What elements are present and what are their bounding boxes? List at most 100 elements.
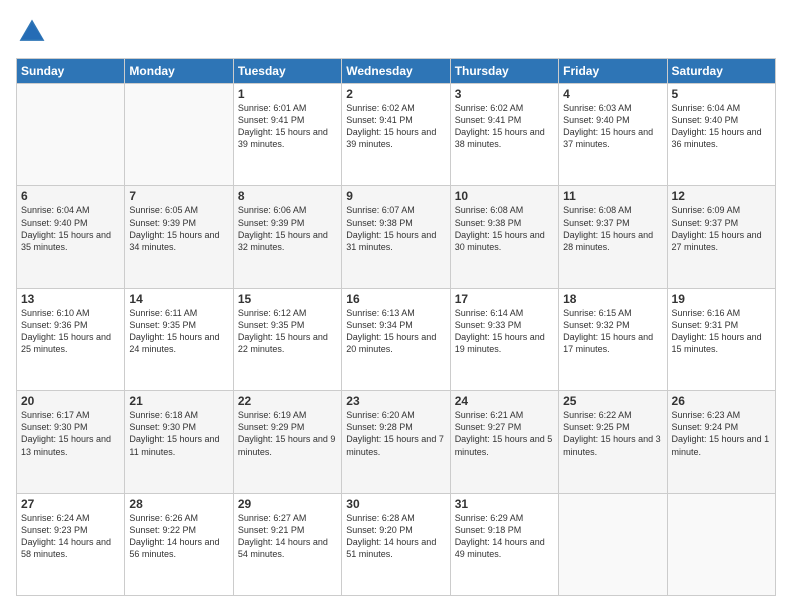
page: SundayMondayTuesdayWednesdayThursdayFrid… — [0, 0, 792, 612]
calendar-cell: 14Sunrise: 6:11 AM Sunset: 9:35 PM Dayli… — [125, 288, 233, 390]
day-number: 9 — [346, 189, 445, 203]
day-number: 15 — [238, 292, 337, 306]
day-number: 5 — [672, 87, 771, 101]
week-row: 13Sunrise: 6:10 AM Sunset: 9:36 PM Dayli… — [17, 288, 776, 390]
logo — [16, 16, 52, 48]
day-number: 10 — [455, 189, 554, 203]
day-info: Sunrise: 6:10 AM Sunset: 9:36 PM Dayligh… — [21, 307, 120, 356]
calendar-cell: 3Sunrise: 6:02 AM Sunset: 9:41 PM Daylig… — [450, 84, 558, 186]
week-row: 6Sunrise: 6:04 AM Sunset: 9:40 PM Daylig… — [17, 186, 776, 288]
day-number: 19 — [672, 292, 771, 306]
header — [16, 16, 776, 48]
day-number: 11 — [563, 189, 662, 203]
day-number: 1 — [238, 87, 337, 101]
header-day: Friday — [559, 59, 667, 84]
calendar-cell: 21Sunrise: 6:18 AM Sunset: 9:30 PM Dayli… — [125, 391, 233, 493]
calendar-cell: 25Sunrise: 6:22 AM Sunset: 9:25 PM Dayli… — [559, 391, 667, 493]
day-info: Sunrise: 6:03 AM Sunset: 9:40 PM Dayligh… — [563, 102, 662, 151]
day-number: 24 — [455, 394, 554, 408]
calendar-cell: 27Sunrise: 6:24 AM Sunset: 9:23 PM Dayli… — [17, 493, 125, 595]
day-info: Sunrise: 6:02 AM Sunset: 9:41 PM Dayligh… — [346, 102, 445, 151]
day-info: Sunrise: 6:02 AM Sunset: 9:41 PM Dayligh… — [455, 102, 554, 151]
calendar-cell: 28Sunrise: 6:26 AM Sunset: 9:22 PM Dayli… — [125, 493, 233, 595]
day-number: 2 — [346, 87, 445, 101]
day-number: 8 — [238, 189, 337, 203]
day-number: 17 — [455, 292, 554, 306]
day-info: Sunrise: 6:15 AM Sunset: 9:32 PM Dayligh… — [563, 307, 662, 356]
day-info: Sunrise: 6:26 AM Sunset: 9:22 PM Dayligh… — [129, 512, 228, 561]
day-number: 14 — [129, 292, 228, 306]
calendar-cell — [667, 493, 775, 595]
day-info: Sunrise: 6:08 AM Sunset: 9:38 PM Dayligh… — [455, 204, 554, 253]
day-info: Sunrise: 6:27 AM Sunset: 9:21 PM Dayligh… — [238, 512, 337, 561]
calendar-cell: 24Sunrise: 6:21 AM Sunset: 9:27 PM Dayli… — [450, 391, 558, 493]
calendar-cell: 11Sunrise: 6:08 AM Sunset: 9:37 PM Dayli… — [559, 186, 667, 288]
calendar-cell: 12Sunrise: 6:09 AM Sunset: 9:37 PM Dayli… — [667, 186, 775, 288]
calendar-cell: 13Sunrise: 6:10 AM Sunset: 9:36 PM Dayli… — [17, 288, 125, 390]
calendar-cell: 1Sunrise: 6:01 AM Sunset: 9:41 PM Daylig… — [233, 84, 341, 186]
day-number: 20 — [21, 394, 120, 408]
calendar-cell: 16Sunrise: 6:13 AM Sunset: 9:34 PM Dayli… — [342, 288, 450, 390]
day-info: Sunrise: 6:12 AM Sunset: 9:35 PM Dayligh… — [238, 307, 337, 356]
calendar-cell: 26Sunrise: 6:23 AM Sunset: 9:24 PM Dayli… — [667, 391, 775, 493]
day-info: Sunrise: 6:20 AM Sunset: 9:28 PM Dayligh… — [346, 409, 445, 458]
calendar-cell: 9Sunrise: 6:07 AM Sunset: 9:38 PM Daylig… — [342, 186, 450, 288]
day-number: 7 — [129, 189, 228, 203]
calendar-cell: 22Sunrise: 6:19 AM Sunset: 9:29 PM Dayli… — [233, 391, 341, 493]
calendar-cell: 20Sunrise: 6:17 AM Sunset: 9:30 PM Dayli… — [17, 391, 125, 493]
day-info: Sunrise: 6:05 AM Sunset: 9:39 PM Dayligh… — [129, 204, 228, 253]
header-day: Tuesday — [233, 59, 341, 84]
day-info: Sunrise: 6:19 AM Sunset: 9:29 PM Dayligh… — [238, 409, 337, 458]
calendar-cell: 18Sunrise: 6:15 AM Sunset: 9:32 PM Dayli… — [559, 288, 667, 390]
calendar-cell: 6Sunrise: 6:04 AM Sunset: 9:40 PM Daylig… — [17, 186, 125, 288]
day-info: Sunrise: 6:04 AM Sunset: 9:40 PM Dayligh… — [21, 204, 120, 253]
day-number: 4 — [563, 87, 662, 101]
calendar-cell — [17, 84, 125, 186]
header-row: SundayMondayTuesdayWednesdayThursdayFrid… — [17, 59, 776, 84]
calendar-cell: 7Sunrise: 6:05 AM Sunset: 9:39 PM Daylig… — [125, 186, 233, 288]
logo-icon — [16, 16, 48, 48]
calendar-cell: 4Sunrise: 6:03 AM Sunset: 9:40 PM Daylig… — [559, 84, 667, 186]
day-number: 16 — [346, 292, 445, 306]
calendar-cell: 15Sunrise: 6:12 AM Sunset: 9:35 PM Dayli… — [233, 288, 341, 390]
day-info: Sunrise: 6:17 AM Sunset: 9:30 PM Dayligh… — [21, 409, 120, 458]
day-number: 27 — [21, 497, 120, 511]
header-day: Thursday — [450, 59, 558, 84]
day-info: Sunrise: 6:24 AM Sunset: 9:23 PM Dayligh… — [21, 512, 120, 561]
day-number: 29 — [238, 497, 337, 511]
day-number: 12 — [672, 189, 771, 203]
day-number: 30 — [346, 497, 445, 511]
header-day: Monday — [125, 59, 233, 84]
day-info: Sunrise: 6:14 AM Sunset: 9:33 PM Dayligh… — [455, 307, 554, 356]
day-number: 26 — [672, 394, 771, 408]
calendar-cell: 31Sunrise: 6:29 AM Sunset: 9:18 PM Dayli… — [450, 493, 558, 595]
day-info: Sunrise: 6:22 AM Sunset: 9:25 PM Dayligh… — [563, 409, 662, 458]
day-number: 13 — [21, 292, 120, 306]
calendar-cell: 10Sunrise: 6:08 AM Sunset: 9:38 PM Dayli… — [450, 186, 558, 288]
day-number: 21 — [129, 394, 228, 408]
day-number: 18 — [563, 292, 662, 306]
day-info: Sunrise: 6:09 AM Sunset: 9:37 PM Dayligh… — [672, 204, 771, 253]
calendar-cell: 2Sunrise: 6:02 AM Sunset: 9:41 PM Daylig… — [342, 84, 450, 186]
week-row: 20Sunrise: 6:17 AM Sunset: 9:30 PM Dayli… — [17, 391, 776, 493]
day-number: 31 — [455, 497, 554, 511]
calendar-cell: 8Sunrise: 6:06 AM Sunset: 9:39 PM Daylig… — [233, 186, 341, 288]
calendar-cell: 29Sunrise: 6:27 AM Sunset: 9:21 PM Dayli… — [233, 493, 341, 595]
header-day: Sunday — [17, 59, 125, 84]
day-number: 6 — [21, 189, 120, 203]
day-number: 22 — [238, 394, 337, 408]
header-day: Wednesday — [342, 59, 450, 84]
day-info: Sunrise: 6:13 AM Sunset: 9:34 PM Dayligh… — [346, 307, 445, 356]
week-row: 1Sunrise: 6:01 AM Sunset: 9:41 PM Daylig… — [17, 84, 776, 186]
day-info: Sunrise: 6:29 AM Sunset: 9:18 PM Dayligh… — [455, 512, 554, 561]
day-info: Sunrise: 6:21 AM Sunset: 9:27 PM Dayligh… — [455, 409, 554, 458]
day-number: 28 — [129, 497, 228, 511]
day-info: Sunrise: 6:11 AM Sunset: 9:35 PM Dayligh… — [129, 307, 228, 356]
day-info: Sunrise: 6:07 AM Sunset: 9:38 PM Dayligh… — [346, 204, 445, 253]
calendar-cell: 30Sunrise: 6:28 AM Sunset: 9:20 PM Dayli… — [342, 493, 450, 595]
calendar-cell: 23Sunrise: 6:20 AM Sunset: 9:28 PM Dayli… — [342, 391, 450, 493]
day-info: Sunrise: 6:23 AM Sunset: 9:24 PM Dayligh… — [672, 409, 771, 458]
calendar-cell — [125, 84, 233, 186]
day-info: Sunrise: 6:06 AM Sunset: 9:39 PM Dayligh… — [238, 204, 337, 253]
calendar-cell: 19Sunrise: 6:16 AM Sunset: 9:31 PM Dayli… — [667, 288, 775, 390]
